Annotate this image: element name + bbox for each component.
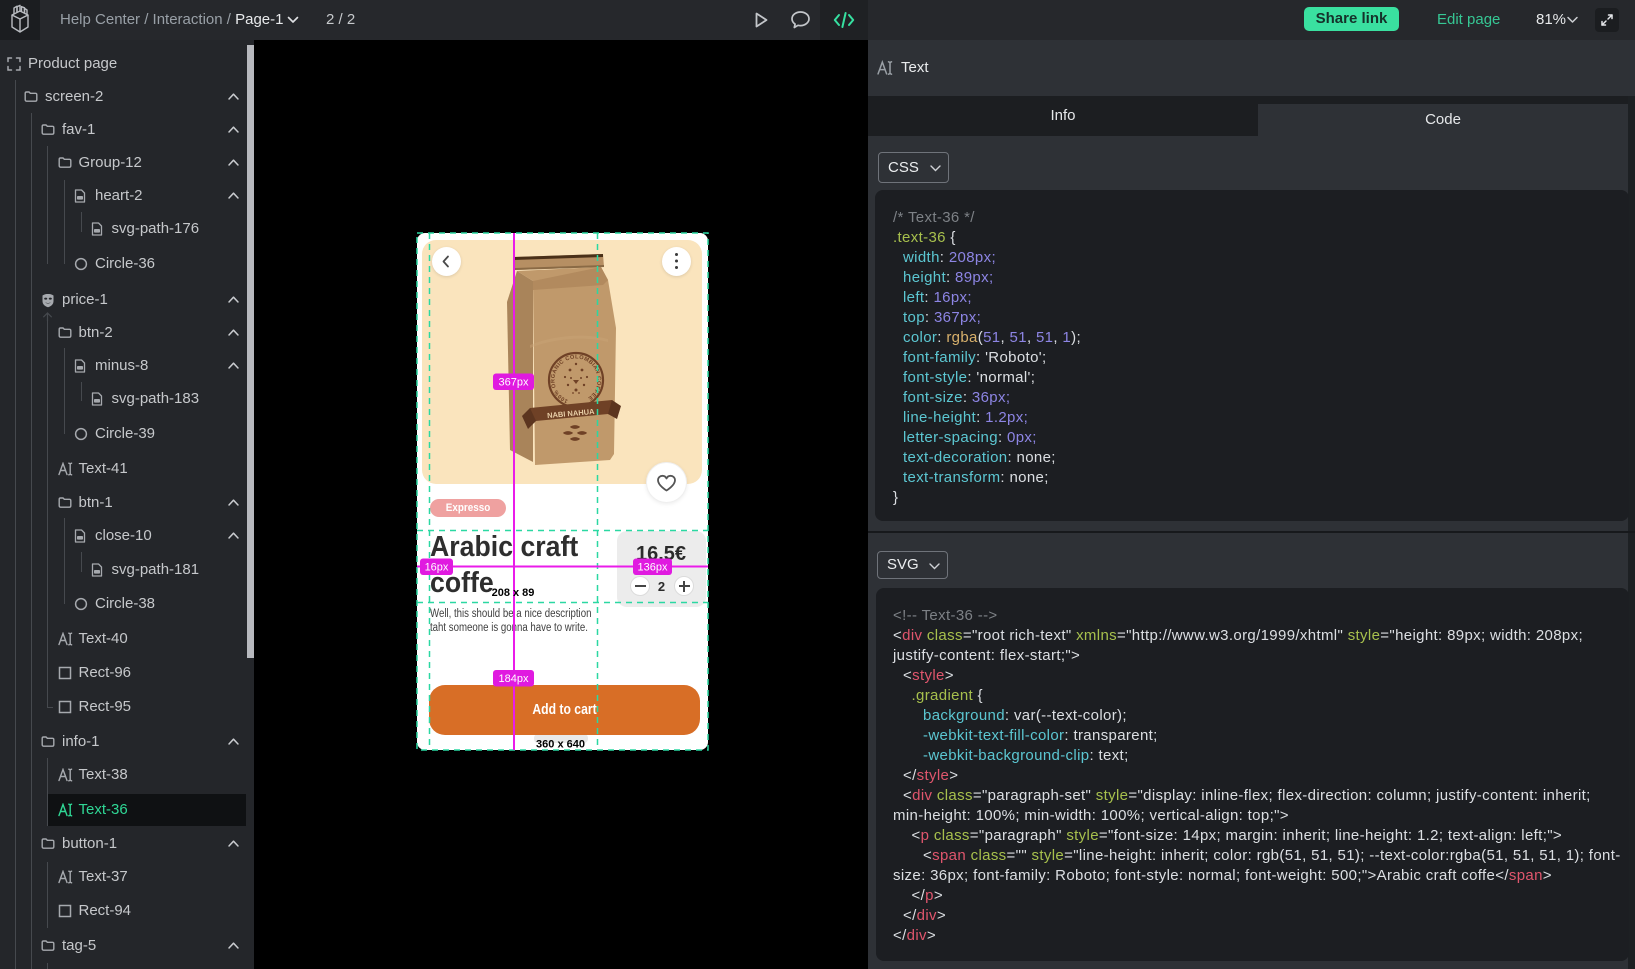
svg-text:360 x 640: 360 x 640 xyxy=(536,739,585,751)
svg-text:184px: 184px xyxy=(499,673,529,685)
svg-text:136px: 136px xyxy=(638,562,668,574)
svg-text:208 x 89: 208 x 89 xyxy=(492,587,535,599)
svg-text:16px: 16px xyxy=(425,562,449,574)
svg-text:367px: 367px xyxy=(499,377,529,389)
